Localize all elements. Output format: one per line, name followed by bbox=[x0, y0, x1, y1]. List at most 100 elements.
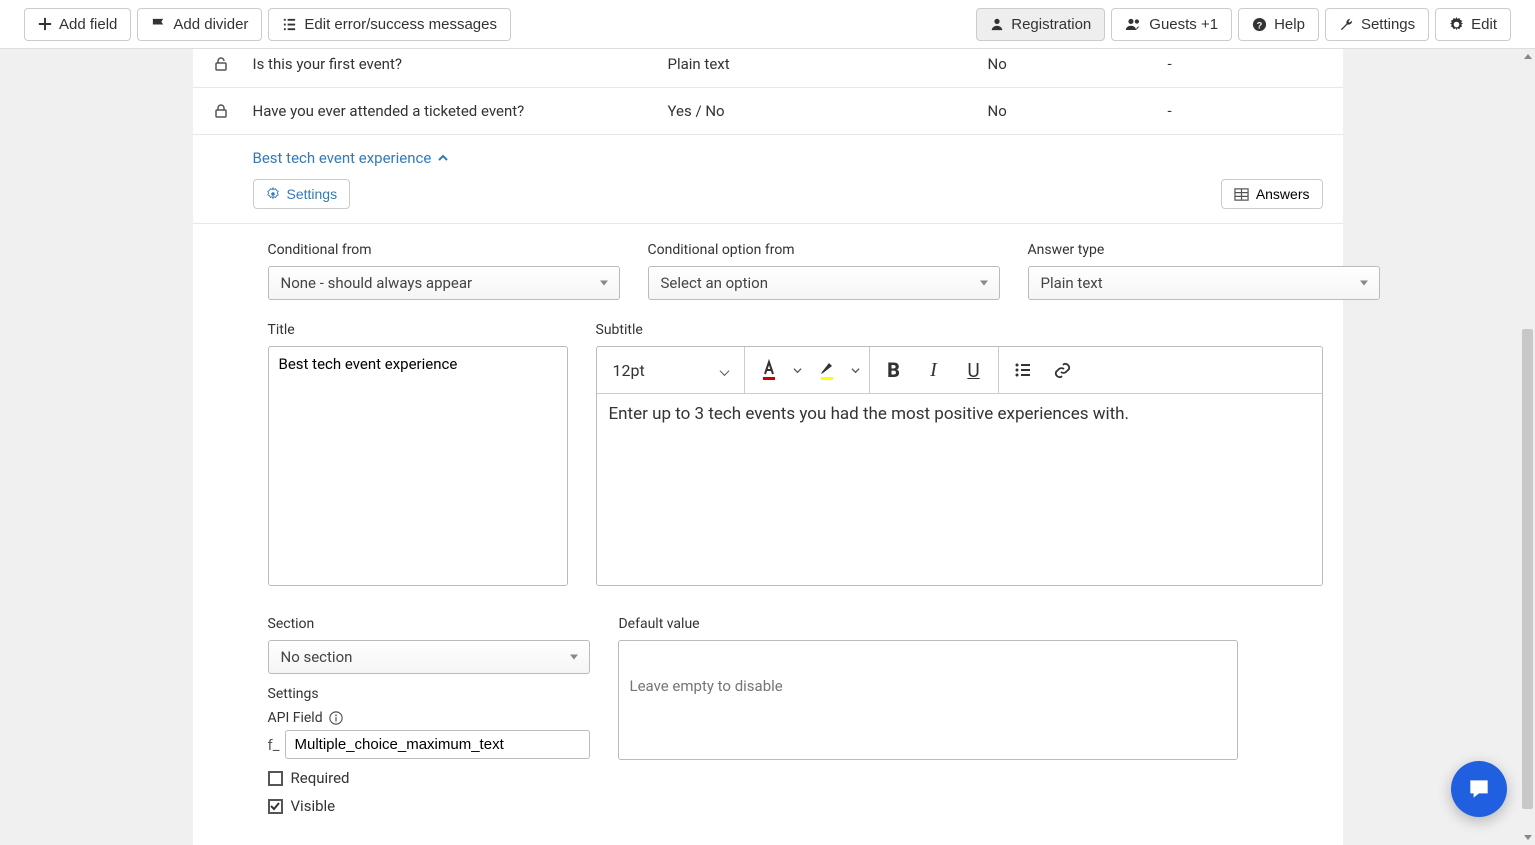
conditional-option-value: Select an option bbox=[661, 274, 768, 292]
lock-icon bbox=[213, 103, 229, 119]
gear-icon bbox=[1449, 17, 1464, 32]
conditional-option-select[interactable]: Select an option bbox=[648, 266, 1000, 300]
answer-type-value: Plain text bbox=[1041, 274, 1103, 292]
scrollbar[interactable] bbox=[1520, 49, 1535, 845]
form-panel: Is this your first event? Plain text No … bbox=[193, 49, 1343, 845]
field-required: No bbox=[988, 55, 1168, 73]
field-row[interactable]: Is this your first event? Plain text No … bbox=[193, 49, 1343, 88]
settings-subheader: Settings bbox=[268, 686, 591, 702]
user-icon bbox=[990, 17, 1004, 31]
list-icon bbox=[282, 17, 297, 32]
title-label: Title bbox=[268, 322, 568, 338]
underline-button[interactable]: U bbox=[956, 353, 992, 387]
field-required: No bbox=[988, 102, 1168, 120]
conditional-option-label: Conditional option from bbox=[648, 242, 1000, 258]
chat-icon bbox=[1466, 776, 1492, 802]
help-label: Help bbox=[1274, 16, 1305, 33]
visible-checkbox[interactable]: Visible bbox=[268, 797, 591, 815]
field-title: Is this your first event? bbox=[253, 55, 668, 73]
registration-tab[interactable]: Registration bbox=[976, 8, 1105, 41]
settings-button[interactable]: Settings bbox=[1325, 8, 1429, 41]
field-edit-area: Conditional from None - should always ap… bbox=[193, 223, 1343, 845]
api-field-input[interactable] bbox=[285, 730, 590, 759]
unlock-icon bbox=[213, 56, 229, 72]
edit-label: Edit bbox=[1471, 16, 1497, 33]
subtitle-editor: 12pt bbox=[596, 346, 1323, 586]
answers-button[interactable]: Answers bbox=[1221, 179, 1323, 209]
checkbox-icon bbox=[268, 771, 283, 786]
users-icon bbox=[1125, 17, 1142, 31]
top-toolbar: Add field Add divider Edit error/success… bbox=[0, 0, 1535, 49]
scroll-up-icon[interactable] bbox=[1520, 49, 1535, 64]
help-icon: ? bbox=[1252, 17, 1267, 32]
section-value: No section bbox=[281, 648, 353, 666]
highlight-icon bbox=[817, 359, 837, 381]
info-icon bbox=[329, 711, 343, 725]
highlight-button[interactable] bbox=[809, 353, 845, 387]
guests-label: Guests +1 bbox=[1149, 16, 1218, 33]
field-type: Plain text bbox=[668, 55, 988, 73]
field-title: Have you ever attended a ticketed event? bbox=[253, 102, 668, 120]
answers-label: Answers bbox=[1256, 186, 1310, 202]
field-extra: - bbox=[1168, 102, 1323, 120]
subtitle-body[interactable]: Enter up to 3 tech events you had the mo… bbox=[597, 394, 1322, 585]
flag-icon bbox=[151, 17, 166, 32]
italic-icon: I bbox=[930, 359, 937, 382]
field-type: Yes / No bbox=[668, 102, 988, 120]
add-field-button[interactable]: Add field bbox=[24, 8, 131, 41]
add-divider-button[interactable]: Add divider bbox=[137, 8, 262, 41]
fontsize-select[interactable]: 12pt bbox=[603, 355, 738, 386]
highlight-dropdown[interactable] bbox=[849, 366, 863, 375]
chat-widget-button[interactable] bbox=[1451, 761, 1507, 817]
bold-button[interactable]: B bbox=[876, 353, 912, 387]
default-value-input[interactable] bbox=[618, 640, 1238, 760]
field-row[interactable]: Have you ever attended a ticketed event?… bbox=[193, 88, 1343, 135]
settings-label: Settings bbox=[1361, 16, 1415, 33]
checkbox-icon bbox=[268, 799, 283, 814]
scrollbar-thumb[interactable] bbox=[1522, 329, 1533, 809]
answer-type-select[interactable]: Plain text bbox=[1028, 266, 1380, 300]
help-button[interactable]: ? Help bbox=[1238, 8, 1319, 41]
title-input[interactable] bbox=[268, 346, 568, 586]
rte-toolbar: 12pt bbox=[597, 347, 1322, 394]
text-color-button[interactable] bbox=[751, 353, 787, 387]
field-extra: - bbox=[1168, 55, 1323, 73]
bullet-list-icon bbox=[1014, 361, 1032, 379]
section-select[interactable]: No section bbox=[268, 640, 591, 674]
table-icon bbox=[1234, 187, 1249, 202]
section-settings-button[interactable]: Settings bbox=[253, 179, 351, 209]
visible-label: Visible bbox=[291, 797, 336, 815]
section-label: Section bbox=[268, 616, 591, 632]
required-checkbox[interactable]: Required bbox=[268, 769, 591, 787]
wrench-icon bbox=[1339, 17, 1354, 32]
link-button[interactable] bbox=[1045, 353, 1081, 387]
gear-icon bbox=[266, 187, 280, 201]
add-field-label: Add field bbox=[59, 16, 117, 33]
bullet-list-button[interactable] bbox=[1005, 353, 1041, 387]
section-settings-label: Settings bbox=[287, 186, 338, 202]
edit-messages-button[interactable]: Edit error/success messages bbox=[268, 8, 511, 41]
italic-button[interactable]: I bbox=[916, 353, 952, 387]
svg-text:?: ? bbox=[1257, 20, 1263, 30]
add-divider-label: Add divider bbox=[173, 16, 248, 33]
chevron-up-icon bbox=[437, 152, 449, 164]
conditional-from-label: Conditional from bbox=[268, 242, 620, 258]
guests-tab[interactable]: Guests +1 bbox=[1111, 8, 1232, 41]
subtitle-label: Subtitle bbox=[596, 322, 1323, 338]
api-field-label: API Field bbox=[268, 710, 323, 726]
bold-icon: B bbox=[887, 358, 900, 382]
text-color-icon bbox=[759, 359, 779, 381]
edit-button[interactable]: Edit bbox=[1435, 8, 1511, 41]
link-icon bbox=[1053, 361, 1072, 380]
default-value-label: Default value bbox=[618, 616, 1322, 632]
text-color-dropdown[interactable] bbox=[791, 366, 805, 375]
edit-messages-label: Edit error/success messages bbox=[304, 16, 497, 33]
scroll-down-icon[interactable] bbox=[1520, 830, 1535, 845]
main-content: Is this your first event? Plain text No … bbox=[0, 49, 1535, 845]
conditional-from-select[interactable]: None - should always appear bbox=[268, 266, 620, 300]
fontsize-value: 12pt bbox=[613, 361, 645, 380]
section-header[interactable]: Best tech event experience bbox=[193, 135, 1343, 173]
underline-icon: U bbox=[967, 359, 979, 382]
answer-type-label: Answer type bbox=[1028, 242, 1380, 258]
section-name: Best tech event experience bbox=[253, 149, 432, 167]
